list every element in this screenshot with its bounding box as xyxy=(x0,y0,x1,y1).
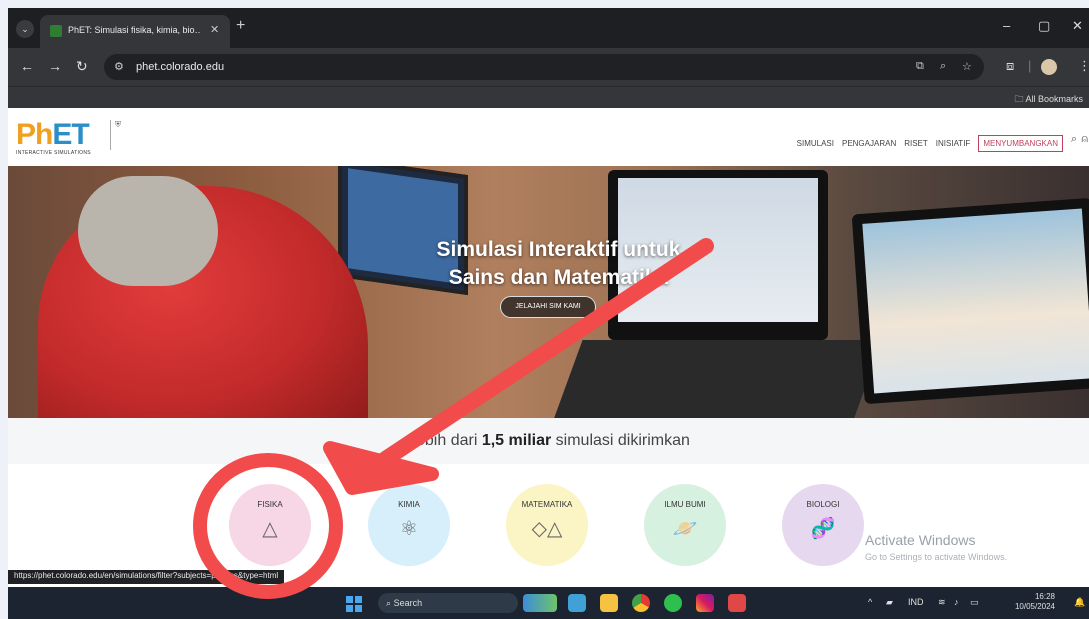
widgets-icon[interactable] xyxy=(523,594,557,612)
tab-search-button[interactable]: ⌄ xyxy=(16,20,34,38)
taskbar-clock[interactable]: 16:28 10/05/2024 xyxy=(1015,592,1055,612)
activate-windows-subtitle: Go to Settings to activate Windows. xyxy=(865,552,1008,562)
tray-app-icon[interactable]: ▰ xyxy=(886,597,893,608)
language-indicator[interactable]: IND xyxy=(908,597,924,607)
logo-wordmark: PhET xyxy=(16,118,90,151)
nav-inisiatif[interactable]: INISIATIF xyxy=(936,139,971,148)
status-url: https://phet.colorado.edu/en/simulations… xyxy=(8,570,285,584)
all-bookmarks-label: All Bookmarks xyxy=(1025,94,1083,104)
planet-icon: 🪐 xyxy=(672,518,698,540)
notification-bell-icon[interactable]: 🔔 xyxy=(1074,597,1085,608)
bookmark-star-icon[interactable]: ☆ xyxy=(962,60,972,73)
back-arrow-icon[interactable]: ← xyxy=(20,58,34,74)
tab-title: PhET: Simulasi fisika, kimia, bio… xyxy=(68,25,200,35)
university-logo[interactable]: ⛨ xyxy=(110,120,140,150)
stats-prefix: Lebih dari xyxy=(407,432,478,449)
nav-simulasi[interactable]: SIMULASI xyxy=(797,139,834,148)
site-info-icon[interactable]: ⚙ xyxy=(114,60,124,73)
extensions-icon[interactable]: ⧈ xyxy=(1006,58,1014,74)
search-icon[interactable]: ⌕ xyxy=(1071,133,1077,146)
stats-suffix: simulasi dikirimkan xyxy=(555,432,690,449)
volume-icon[interactable]: ♪ xyxy=(954,597,959,607)
subject-matematika[interactable]: MATEMATIKA ◇△ xyxy=(506,484,588,566)
phet-page: PhET INTERACTIVE SIMULATIONS ⛨ SIMULASI … xyxy=(8,108,1089,589)
main-nav: SIMULASI PENGAJARAN RISET INISIATIF MENY… xyxy=(797,135,1063,152)
stats-highlight: 1,5 miliar xyxy=(481,432,552,449)
browser-tab[interactable]: PhET: Simulasi fisika, kimia, bio… ✕ xyxy=(40,15,230,48)
subject-biologi[interactable]: BIOLOGI 🧬 xyxy=(782,484,864,566)
tab-close-button[interactable]: ✕ xyxy=(210,23,219,36)
windows-start-icon[interactable] xyxy=(346,596,362,612)
url-text[interactable]: phet.colorado.edu xyxy=(136,61,224,73)
menu-dots-icon[interactable]: ⋮ xyxy=(1078,58,1089,74)
clock-date: 10/05/2024 xyxy=(1014,602,1055,611)
search-icon: ⌕ xyxy=(386,598,392,608)
dna-icon: 🧬 xyxy=(810,518,836,540)
toolbar-divider: | xyxy=(1028,58,1032,73)
tab-strip: ⌄ PhET: Simulasi fisika, kimia, bio… ✕ +… xyxy=(8,8,1089,48)
hero-title: Simulasi Interaktif untuk Sains dan Mate… xyxy=(436,238,681,289)
address-bar[interactable]: ⚙ phet.colorado.edu ⧉ ⌕ ☆ xyxy=(104,54,984,80)
hero-banner: Simulasi Interaktif untuk Sains dan Mate… xyxy=(8,166,1089,418)
chrome-icon[interactable] xyxy=(632,594,650,612)
subject-kimia[interactable]: KIMIA ⚛ xyxy=(368,484,450,566)
whatsapp-icon[interactable] xyxy=(664,594,682,612)
store-icon[interactable] xyxy=(568,594,586,612)
stats-banner: Lebih dari 1,5 miliar simulasi dikirimka… xyxy=(8,418,1089,464)
zoom-icon[interactable]: ⌕ xyxy=(940,60,946,73)
all-bookmarks-button[interactable]: 🗀 All Bookmarks xyxy=(1014,92,1083,108)
molecule-icon: ⚛ xyxy=(400,518,418,540)
active-app-icon[interactable] xyxy=(728,594,746,612)
clock-time: 16:28 xyxy=(1034,592,1055,601)
phet-favicon-icon xyxy=(50,25,62,37)
reload-icon[interactable]: ↻ xyxy=(76,58,88,75)
translate-icon[interactable]: ⧉ xyxy=(916,60,924,73)
explore-sims-button[interactable]: JELAJAHI SIM KAMI xyxy=(500,296,596,318)
logo-subtitle: INTERACTIVE SIMULATIONS xyxy=(16,150,91,156)
taskbar-search[interactable]: ⌕ Search xyxy=(378,593,518,613)
site-header: PhET INTERACTIVE SIMULATIONS ⛨ SIMULASI … xyxy=(8,108,1089,166)
bookmarks-bar: 🗀 All Bookmarks xyxy=(8,86,1089,108)
user-icon[interactable]: ⍝ xyxy=(1081,133,1088,146)
activate-windows-title: Activate Windows xyxy=(865,532,976,548)
subject-ilmu-bumi[interactable]: ILMU BUMI 🪐 xyxy=(644,484,726,566)
nav-pengajaran[interactable]: PENGAJARAN xyxy=(842,139,896,148)
phet-logo[interactable]: PhET INTERACTIVE SIMULATIONS xyxy=(16,118,91,156)
donate-button[interactable]: MENYUMBANGKAN xyxy=(978,135,1063,152)
folder-icon: 🗀 xyxy=(1014,94,1024,104)
minimize-button[interactable]: – xyxy=(1003,18,1010,33)
windows-taskbar: ⌕ Search ^ ▰ IND ≋ ♪ ▭ 16:28 10/05/2024 … xyxy=(8,587,1089,619)
nav-riset[interactable]: RISET xyxy=(904,139,928,148)
close-window-button[interactable]: ✕ xyxy=(1072,18,1083,34)
battery-icon[interactable]: ▭ xyxy=(970,597,979,608)
maximize-button[interactable]: ▢ xyxy=(1038,18,1050,34)
new-tab-button[interactable]: + xyxy=(236,17,245,35)
taskbar-search-label: Search xyxy=(393,598,423,608)
shapes-icon: ◇△ xyxy=(531,518,563,540)
forward-arrow-icon[interactable]: → xyxy=(48,58,62,74)
browser-window: ⌄ PhET: Simulasi fisika, kimia, bio… ✕ +… xyxy=(8,8,1089,619)
profile-avatar[interactable] xyxy=(1041,59,1057,75)
hero-laptop-right xyxy=(851,197,1089,405)
file-explorer-icon[interactable] xyxy=(600,594,618,612)
tray-chevron-icon[interactable]: ^ xyxy=(868,597,872,607)
subject-fisika[interactable]: FISIKA △ xyxy=(229,484,311,566)
instagram-icon[interactable] xyxy=(696,594,714,612)
prism-icon: △ xyxy=(262,518,278,540)
wifi-icon[interactable]: ≋ xyxy=(938,597,946,608)
browser-toolbar: ← → ↻ ⚙ phet.colorado.edu ⧉ ⌕ ☆ ⧈ | ⋮ xyxy=(8,48,1089,86)
